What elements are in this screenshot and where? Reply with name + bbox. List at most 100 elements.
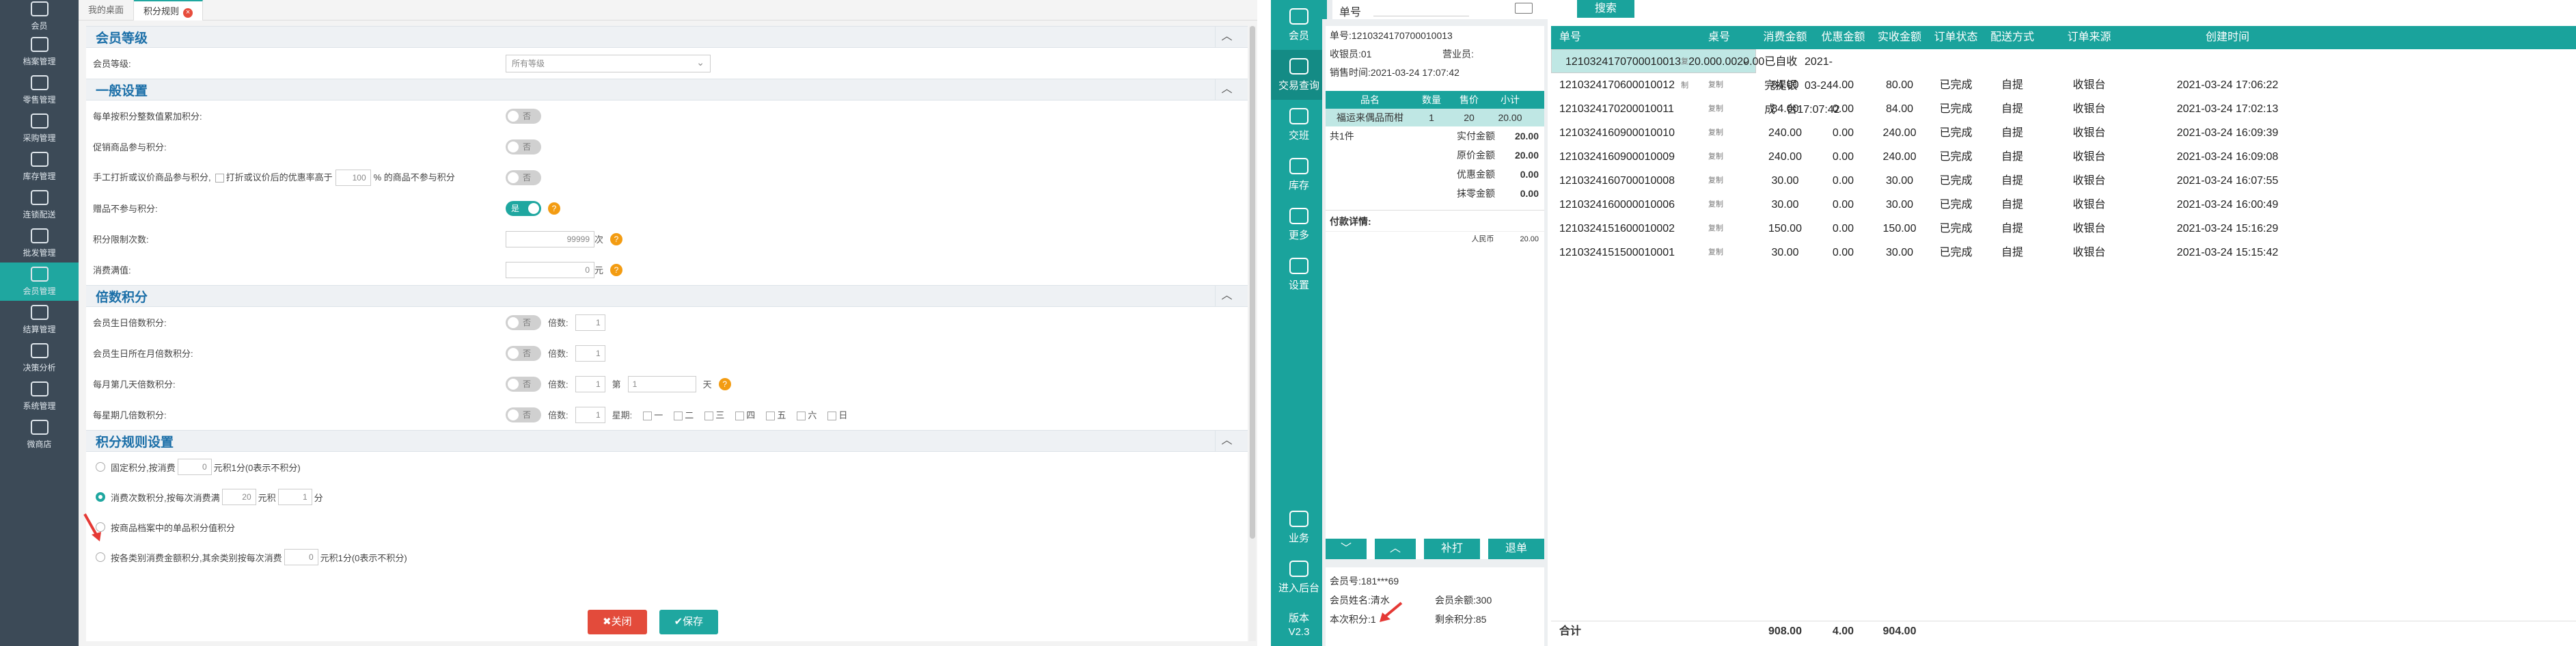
collapse-icon[interactable]: ︿ [1215, 27, 1238, 47]
weekday-checkbox[interactable] [827, 412, 837, 421]
member-level-select[interactable]: 所有等级 [506, 54, 711, 72]
weekday-checkbox[interactable] [674, 412, 683, 421]
copy-link[interactable]: 复制 [1708, 193, 1753, 217]
help-icon[interactable]: ? [610, 232, 623, 245]
weekday-checkbox[interactable] [797, 412, 806, 421]
sidebar-item-1[interactable]: 档案管理 [0, 33, 79, 71]
copy-link[interactable]: 复制 [1708, 121, 1753, 145]
table-row[interactable]: 1210324160900010009 复制 240.00 0.00 240.00 已完成… [1551, 145, 2576, 169]
collapse-icon[interactable]: ︿ [1215, 286, 1238, 306]
save-button[interactable]: ✔保存 [659, 610, 719, 634]
weekday-checkbox[interactable] [643, 412, 653, 421]
times-input[interactable]: 1 [575, 345, 605, 362]
help-icon[interactable]: ? [548, 202, 560, 215]
pos-nav-2[interactable]: 交班 [1271, 100, 1327, 150]
keyboard-icon[interactable] [1515, 3, 1533, 14]
toggle-switch[interactable]: 否 [506, 108, 541, 124]
reprint-button[interactable]: 补打 [1424, 539, 1480, 559]
tab-desktop[interactable]: 我的桌面 [79, 0, 135, 21]
weekday-option[interactable]: 六 [793, 408, 817, 421]
order-search-input[interactable] [1373, 1, 1469, 16]
sidebar-item-6[interactable]: 批发管理 [0, 224, 79, 263]
rule-value-input[interactable]: 20 [221, 489, 256, 505]
sidebar-item-4[interactable]: 库存管理 [0, 148, 79, 186]
toggle-switch[interactable]: 否 [506, 170, 541, 185]
pos-nav-bottom-1[interactable]: 进入后台 [1271, 552, 1327, 602]
rule-radio[interactable] [96, 552, 105, 562]
pos-nav-bottom-0[interactable]: 业务 [1271, 502, 1327, 552]
weekday-option[interactable]: 四 [731, 408, 755, 421]
sidebar-item-5[interactable]: 连锁配送 [0, 186, 79, 224]
weekday-option[interactable]: 日 [823, 408, 847, 421]
table-row[interactable]: 1210324151600010002 复制 150.00 0.00 150.00 已完成… [1551, 217, 2576, 241]
receipt-item-row[interactable]: 福运来偶品而柑 1 20 20.00 [1326, 109, 1544, 126]
weekday-checkbox[interactable] [766, 412, 776, 421]
times-input[interactable]: 1 [575, 406, 605, 423]
table-row[interactable]: 1210324170700010013 复制 20.00 0.00 20.00 已完成 自提… [1551, 49, 1840, 116]
sidebar-item-10[interactable]: 系统管理 [0, 377, 79, 416]
sidebar-item-11[interactable]: 微商店 [0, 416, 79, 454]
toggle-switch[interactable]: 否 [506, 139, 541, 154]
weekday-checkbox[interactable] [704, 412, 714, 421]
weekday-option[interactable]: 一 [639, 408, 663, 421]
copy-link[interactable]: 复制 [1708, 217, 1753, 241]
rule-option[interactable]: 固定积分,按消费 0 元积1分(0表示不积分) [86, 452, 1248, 482]
rule-value-input[interactable]: 0 [177, 459, 212, 475]
close-button[interactable]: ✖关闭 [588, 610, 647, 634]
table-row[interactable]: 1210324151500010001 复制 30.00 0.00 30.00 已完成 自提… [1551, 241, 2576, 265]
weekday-option[interactable]: 二 [670, 408, 694, 421]
weekday-option[interactable]: 三 [700, 408, 724, 421]
collapse-icon[interactable]: ︿ [1215, 79, 1238, 100]
copy-link[interactable]: 复制 [1708, 241, 1753, 265]
rule-radio[interactable] [96, 492, 105, 502]
help-icon[interactable]: ? [610, 263, 623, 276]
toggle-switch[interactable]: 否 [506, 314, 541, 330]
sidebar-item-0[interactable]: 会员 [0, 0, 79, 33]
copy-link[interactable]: 复制 [1708, 169, 1753, 193]
rule-value-input[interactable]: 0 [284, 549, 318, 565]
copy-link[interactable]: 复制 [1708, 97, 1753, 121]
weekday-checkbox[interactable] [735, 412, 745, 421]
toggle-switch[interactable]: 否 [506, 345, 541, 361]
table-row[interactable]: 1210324170600010012 复制 84.00 4.00 80.00 已完成 自提… [1551, 73, 2576, 97]
help-icon[interactable]: ? [718, 377, 731, 390]
discount-rate-input[interactable]: 100 [335, 169, 371, 186]
toggle-switch[interactable]: 否 [506, 376, 541, 392]
copy-link[interactable]: 复制 [1681, 50, 1688, 90]
refund-button[interactable]: 退单 [1488, 539, 1544, 559]
sidebar-item-9[interactable]: 决策分析 [0, 339, 79, 377]
checkbox[interactable] [215, 173, 224, 183]
day-input[interactable]: 1 [627, 375, 696, 392]
toggle-switch[interactable]: 否 [506, 407, 541, 422]
copy-link[interactable]: 复制 [1708, 145, 1753, 169]
times-input[interactable]: 1 [575, 314, 605, 331]
sidebar-item-3[interactable]: 采购管理 [0, 109, 79, 148]
pos-nav-0[interactable]: 会员 [1271, 0, 1327, 50]
rule-option[interactable]: 消费次数积分,按每次消费满 20 元积 1 分 [86, 482, 1248, 512]
rule-option[interactable]: 按商品档案中的单品积分值积分 [86, 512, 1248, 542]
value-input[interactable]: 0 [506, 261, 594, 278]
scrollbar-thumb[interactable] [1250, 26, 1255, 539]
rule-value2-input[interactable]: 1 [277, 489, 312, 505]
sidebar-item-7[interactable]: 会员管理 [0, 263, 79, 301]
close-tab-icon[interactable]: × [183, 8, 193, 18]
table-row[interactable]: 1210324160700010008 复制 30.00 0.00 30.00 已完成 自提… [1551, 169, 2576, 193]
weekday-option[interactable]: 五 [762, 408, 786, 421]
pos-nav-5[interactable]: 设置 [1271, 250, 1327, 299]
rule-option[interactable]: 按各类别消费金额积分,其余类别按每次消费 0 元积1分(0表示不积分) [86, 542, 1248, 572]
table-row[interactable]: 1210324160000010006 复制 30.00 0.00 30.00 已完成 自提… [1551, 193, 2576, 217]
pos-nav-3[interactable]: 库存 [1271, 150, 1327, 200]
tab-points-rule[interactable]: 积分规则 × [134, 0, 204, 21]
scroll-up-button[interactable]: ︿ [1375, 539, 1416, 559]
search-button[interactable]: 搜索 [1577, 0, 1634, 18]
sidebar-item-2[interactable]: 零售管理 [0, 71, 79, 109]
times-input[interactable]: 1 [575, 375, 605, 392]
collapse-icon[interactable]: ︿ [1215, 431, 1238, 451]
value-input[interactable]: 99999 [506, 230, 594, 247]
pos-nav-4[interactable]: 更多 [1271, 200, 1327, 250]
table-row[interactable]: 1210324170200010011 复制 84.00 0.00 84.00 已完成 自提… [1551, 97, 2576, 121]
pos-nav-1[interactable]: 交易查询 [1271, 50, 1327, 100]
toggle-switch[interactable]: 是 [506, 200, 541, 216]
rule-radio[interactable] [96, 462, 105, 472]
sidebar-item-8[interactable]: 结算管理 [0, 301, 79, 339]
